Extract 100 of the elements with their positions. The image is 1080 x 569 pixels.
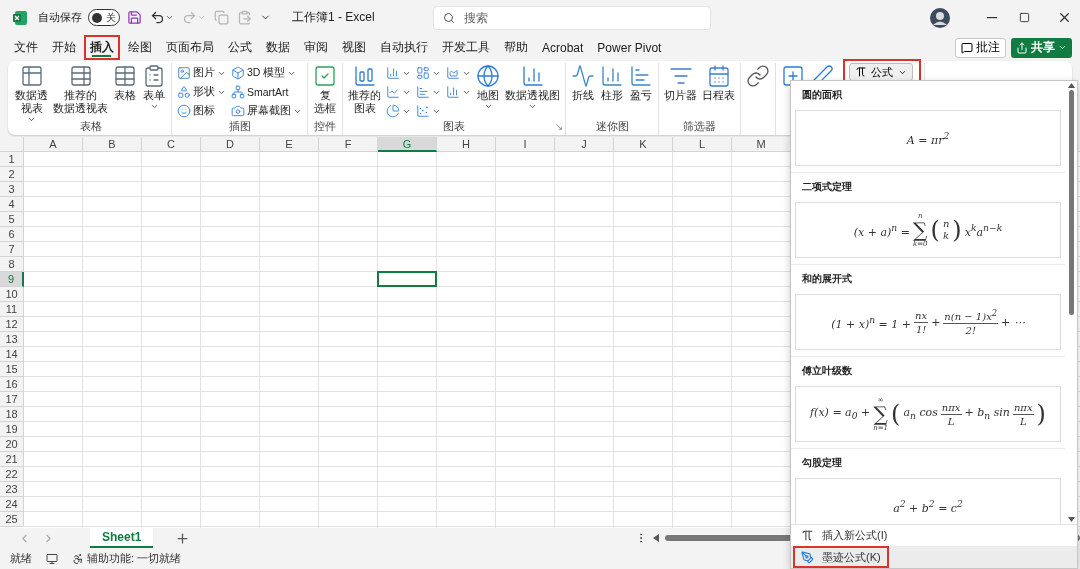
column-header[interactable]: M bbox=[732, 137, 791, 152]
row-header[interactable]: 13 bbox=[0, 332, 24, 347]
autosave-toggle[interactable]: 关 bbox=[88, 9, 120, 26]
column-header[interactable]: H bbox=[437, 137, 496, 152]
ribbon-button[interactable]: 推荐的 数据透视表 bbox=[51, 63, 110, 115]
row-header[interactable]: 23 bbox=[0, 482, 24, 497]
calendar-icon bbox=[706, 64, 731, 88]
ribbon-tab[interactable]: 帮助 bbox=[498, 35, 534, 60]
add-sheet-button[interactable] bbox=[175, 530, 191, 546]
ribbon-tab[interactable]: Power Pivot bbox=[591, 35, 668, 60]
ribbon-button[interactable]: 切片器 bbox=[662, 63, 699, 102]
row-header[interactable]: 18 bbox=[0, 407, 24, 422]
row-header[interactable]: 1 bbox=[0, 152, 24, 167]
ribbon-button[interactable]: 推荐的 图表 bbox=[346, 63, 383, 115]
row-header[interactable]: 19 bbox=[0, 422, 24, 437]
row-header[interactable]: 12 bbox=[0, 317, 24, 332]
ribbon-button[interactable]: SmartArt bbox=[229, 83, 304, 101]
formula-card[interactable]: A = πr$^{2}$ bbox=[795, 110, 1061, 166]
row-header[interactable]: 14 bbox=[0, 347, 24, 362]
plus-icon bbox=[175, 530, 191, 546]
ribbon-tab[interactable]: 绘图 bbox=[122, 35, 158, 60]
column-header[interactable]: K bbox=[614, 137, 673, 152]
row-header[interactable]: 22 bbox=[0, 467, 24, 482]
menu-item[interactable]: 墨迹公式(K) bbox=[791, 546, 1077, 568]
monitor-icon[interactable] bbox=[46, 552, 58, 565]
avatar[interactable] bbox=[930, 7, 950, 28]
numerator: nπx bbox=[940, 400, 962, 415]
row-header[interactable]: 16 bbox=[0, 377, 24, 392]
ribbon-tab[interactable]: 视图 bbox=[336, 35, 372, 60]
ribbon-button[interactable]: 复 选框 bbox=[311, 63, 339, 115]
ribbon-button[interactable]: 日程表 bbox=[700, 63, 737, 102]
row-header[interactable]: 9 bbox=[0, 272, 24, 287]
share-button[interactable]: 共享 bbox=[1011, 37, 1072, 58]
ribbon-button[interactable]: 屏幕截图 bbox=[229, 102, 304, 120]
column-header[interactable]: B bbox=[83, 137, 142, 152]
scroll-left-icon[interactable] bbox=[653, 534, 659, 542]
row-header[interactable]: 10 bbox=[0, 287, 24, 302]
row-header[interactable]: 5 bbox=[0, 212, 24, 227]
ribbon-button[interactable]: 表单 bbox=[140, 63, 168, 112]
ribbon-tab[interactable]: 公式 bbox=[222, 35, 258, 60]
ribbon-tab[interactable]: Acrobat bbox=[536, 35, 590, 60]
column-header[interactable]: L bbox=[673, 137, 732, 152]
save-button[interactable] bbox=[126, 10, 143, 25]
accessibility-status[interactable]: 辅助功能: 一切就绪 bbox=[72, 551, 182, 566]
row-header[interactable]: 15 bbox=[0, 362, 24, 377]
row-header[interactable]: 11 bbox=[0, 302, 24, 317]
scroll-down-icon[interactable] bbox=[1067, 517, 1075, 522]
row-header[interactable]: 25 bbox=[0, 512, 24, 527]
column-header[interactable]: G bbox=[378, 137, 437, 152]
ribbon-button[interactable]: 图片 bbox=[175, 64, 228, 82]
column-header[interactable]: I bbox=[496, 137, 555, 152]
column-header[interactable]: E bbox=[260, 137, 319, 152]
ribbon-tab[interactable]: 自动执行 bbox=[374, 35, 434, 60]
formula-text: (1 + x)$^{n}$ = 1 + bbox=[831, 313, 912, 331]
ribbon-button[interactable]: 折线 bbox=[569, 63, 597, 102]
undo-button[interactable] bbox=[149, 10, 175, 25]
column-header[interactable]: C bbox=[142, 137, 201, 152]
ribbon-button[interactable]: 形状 bbox=[175, 83, 228, 101]
column-header[interactable]: J bbox=[555, 137, 614, 152]
comments-button[interactable]: 批注 bbox=[955, 37, 1006, 58]
row-header[interactable]: 6 bbox=[0, 227, 24, 242]
shapes-icon bbox=[177, 85, 191, 99]
menu-item[interactable]: 插入新公式(I) bbox=[791, 524, 1077, 546]
row-header[interactable]: 21 bbox=[0, 452, 24, 467]
ribbon-tab[interactable]: 开发工具 bbox=[436, 35, 496, 60]
ribbon-tab[interactable]: 审阅 bbox=[298, 35, 334, 60]
ribbon-tab[interactable]: 开始 bbox=[46, 35, 82, 60]
ribbon-tab[interactable]: 文件 bbox=[8, 35, 44, 60]
row-header[interactable]: 17 bbox=[0, 392, 24, 407]
active-cell[interactable] bbox=[377, 271, 437, 287]
equation-button[interactable]: 公式 bbox=[849, 63, 913, 81]
row-header[interactable]: 24 bbox=[0, 497, 24, 512]
ribbon-button[interactable]: 盈亏 bbox=[627, 63, 655, 102]
ribbon-button[interactable]: 图标 bbox=[175, 102, 228, 120]
search-icon bbox=[442, 11, 455, 24]
ribbon-tab[interactable]: 页面布局 bbox=[160, 35, 220, 60]
row-header[interactable]: 2 bbox=[0, 167, 24, 182]
row-header[interactable]: 3 bbox=[0, 182, 24, 197]
ribbon-button[interactable]: 地图 bbox=[474, 63, 502, 112]
ribbon-button[interactable]: 表格 bbox=[111, 63, 139, 102]
sheet-tab[interactable]: Sheet1 bbox=[90, 528, 154, 548]
bar-chart-icon bbox=[520, 64, 545, 88]
dialog-launcher-icon[interactable] bbox=[555, 123, 563, 131]
row-header[interactable]: 7 bbox=[0, 242, 24, 257]
row-header[interactable]: 20 bbox=[0, 437, 24, 452]
ribbon-button[interactable]: 3D 模型 bbox=[229, 64, 304, 82]
search-field[interactable]: 搜索 bbox=[432, 5, 711, 30]
scrollbar-thumb[interactable] bbox=[1068, 90, 1074, 315]
row-header[interactable]: 8 bbox=[0, 257, 24, 272]
row-header[interactable]: 4 bbox=[0, 197, 24, 212]
ribbon-button[interactable]: 柱形 bbox=[598, 63, 626, 102]
ribbon-button[interactable]: 数据透 视表 bbox=[13, 63, 50, 125]
ribbon-button[interactable]: 数据透视图 bbox=[503, 63, 562, 112]
scroll-up-icon[interactable] bbox=[1067, 83, 1075, 88]
column-header[interactable]: F bbox=[319, 137, 378, 152]
column-header[interactable]: D bbox=[201, 137, 260, 152]
column-header[interactable]: A bbox=[24, 137, 83, 152]
ribbon-tab[interactable]: 数据 bbox=[260, 35, 296, 60]
ribbon-tab[interactable]: 插入 bbox=[84, 35, 120, 60]
group-label: 控件 bbox=[314, 119, 336, 133]
